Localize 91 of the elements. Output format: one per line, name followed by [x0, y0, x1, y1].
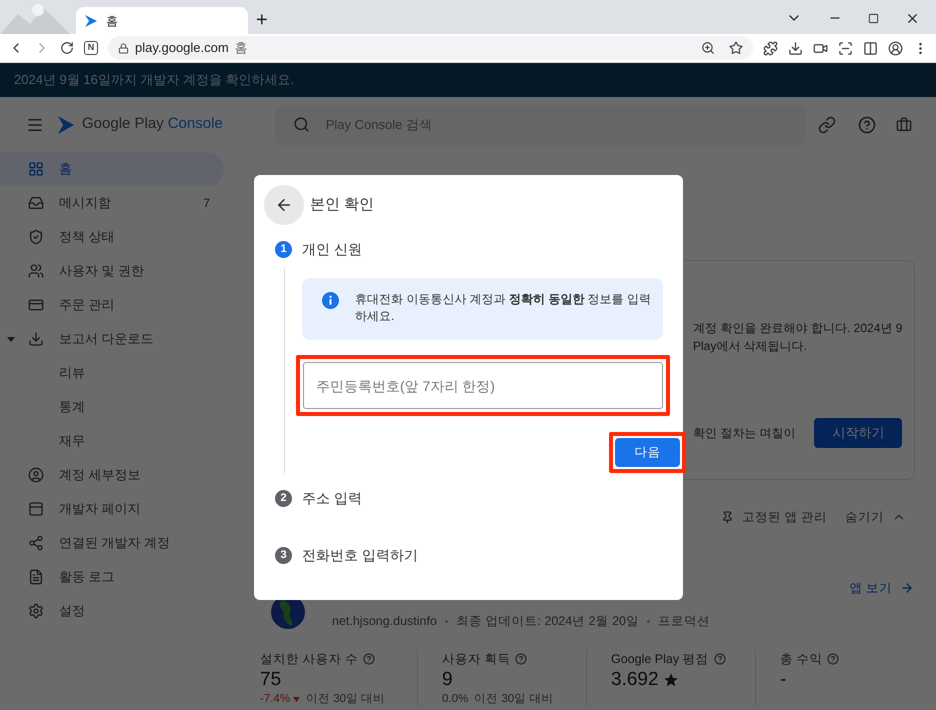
people-icon [28, 263, 44, 279]
play-console-logo-icon [56, 114, 76, 134]
info-text: 휴대전화 이동통신사 계정과 정확히 동일한 정보를 입력하세요. [355, 291, 652, 325]
search-icon [292, 116, 310, 132]
logo-text: Google Play [82, 114, 164, 134]
puzzle-icon[interactable] [763, 40, 778, 56]
sidebar-item[interactable]: 홈 [0, 152, 224, 186]
step-label: 개인 신원 [302, 240, 362, 258]
shield-icon [28, 229, 44, 245]
stat-change: -7.4% [260, 692, 290, 706]
help-icon[interactable] [362, 652, 375, 665]
notice-text: Play에서 삭제됩니다. [693, 338, 808, 355]
stat-value: 9 [442, 668, 453, 692]
next-button[interactable]: 다음 [615, 438, 680, 467]
caret-down-icon [293, 696, 300, 702]
sidebar-item[interactable]: 설정 [0, 594, 224, 628]
profile-icon[interactable] [888, 40, 903, 56]
stat-value: - [780, 668, 786, 692]
download-icon[interactable] [788, 40, 803, 56]
zoom-icon[interactable] [701, 41, 715, 55]
notice-banner: 2024년 9월 16일까지 개발자 계정을 확인하세요. [0, 63, 936, 97]
sidebar-item[interactable]: 정책 상태 [0, 220, 224, 254]
download-icon [28, 331, 44, 347]
star-icon [662, 672, 679, 688]
pin-icon [721, 510, 734, 524]
lock-icon [118, 42, 129, 54]
help-icon[interactable] [827, 652, 840, 665]
stat-value: 3.692 [611, 668, 659, 692]
maximize-icon[interactable] [868, 12, 879, 24]
stat-change: 0.0% [442, 692, 468, 706]
briefcase-icon[interactable] [896, 116, 912, 132]
new-tab-button[interactable]: + [256, 10, 268, 30]
sidebar-item[interactable]: 활동 로그 [0, 560, 224, 594]
extension-button[interactable]: N [84, 41, 98, 55]
start-button[interactable]: 시작하기 [814, 418, 902, 448]
play-logo-icon [84, 14, 98, 28]
sidebar-item[interactable]: 보고서 다운로드 [0, 322, 224, 356]
sidebar-item[interactable]: 재무 [0, 424, 224, 458]
scan-icon[interactable] [838, 40, 853, 56]
view-app-link[interactable]: 앱 보기 [850, 579, 914, 598]
panel-icon [28, 501, 44, 517]
notice-text: 계정 확인을 완료해야 합니다. 2024년 9 [693, 320, 902, 337]
star-icon[interactable] [729, 41, 743, 55]
settings-icon [28, 603, 44, 619]
sidebar-item[interactable]: 통계 [0, 390, 224, 424]
reload-icon[interactable] [60, 41, 74, 55]
info-icon [322, 292, 339, 309]
step-number: 2 [275, 490, 292, 506]
sidebar-item[interactable]: 리뷰 [0, 356, 224, 390]
release-track: 프로덕션 [658, 612, 710, 630]
id-number-field[interactable]: 주민등록번호(앞 7자리 한정) [303, 362, 663, 409]
stat-label: Google Play 평점 [611, 650, 709, 668]
sidebar-item[interactable]: 개발자 페이지 [0, 492, 224, 526]
step-number: 3 [275, 546, 292, 564]
browser-tab[interactable]: 홈 [76, 7, 248, 34]
help-icon[interactable] [515, 652, 528, 665]
address-field[interactable]: play.google.com 홈 [108, 36, 753, 60]
help-icon[interactable] [858, 116, 876, 134]
message-count: 7 [203, 195, 210, 212]
sidebar-item[interactable]: 사용자 및 권한 [0, 254, 224, 288]
stat-compare: 이전 30일 대비 [306, 692, 386, 706]
update-date: 최종 업데이트: 2024년 2월 20일 [456, 612, 639, 630]
split-view-icon[interactable] [863, 40, 878, 56]
hide-link[interactable]: 숨기기 [845, 508, 906, 526]
inbox-icon [28, 195, 44, 211]
stat-value: 75 [260, 668, 282, 692]
caret-down-icon[interactable] [7, 335, 15, 343]
notice-text: 확인 절차는 며칠이 [693, 425, 796, 442]
stat-label: 사용자 획득 [442, 650, 510, 668]
help-icon[interactable] [714, 652, 726, 665]
step-label: 전화번호 입력하기 [302, 546, 418, 564]
back-button[interactable] [264, 185, 304, 225]
grid-icon [28, 161, 44, 177]
stat-label: 총 수익 [780, 650, 822, 668]
dialog-title: 본인 확인 [310, 194, 374, 215]
sidebar-item[interactable]: 연결된 개발자 계정 [0, 526, 224, 560]
sidebar-item[interactable]: 계정 세부정보 [0, 458, 224, 492]
arrow-right-icon [900, 581, 914, 596]
logo-product-text: Console [168, 114, 223, 134]
package-name: net.hjsong.dustinfo [332, 612, 437, 630]
link-icon[interactable] [818, 116, 836, 134]
manage-pinned-link[interactable]: 고정된 앱 관리 [721, 508, 827, 526]
step-label: 주소 입력 [302, 488, 362, 508]
stat-label: 설치한 사용자 수 [260, 650, 358, 668]
document-icon [28, 569, 44, 585]
step-number: 1 [275, 240, 292, 258]
sidebar-item[interactable]: 주문 관리 [0, 288, 224, 322]
sidebar-item[interactable]: 메시지함 7 [0, 186, 224, 220]
user-circle-icon [28, 467, 44, 483]
card-icon [28, 297, 44, 313]
stat-compare: 이전 30일 대비 [474, 692, 554, 706]
